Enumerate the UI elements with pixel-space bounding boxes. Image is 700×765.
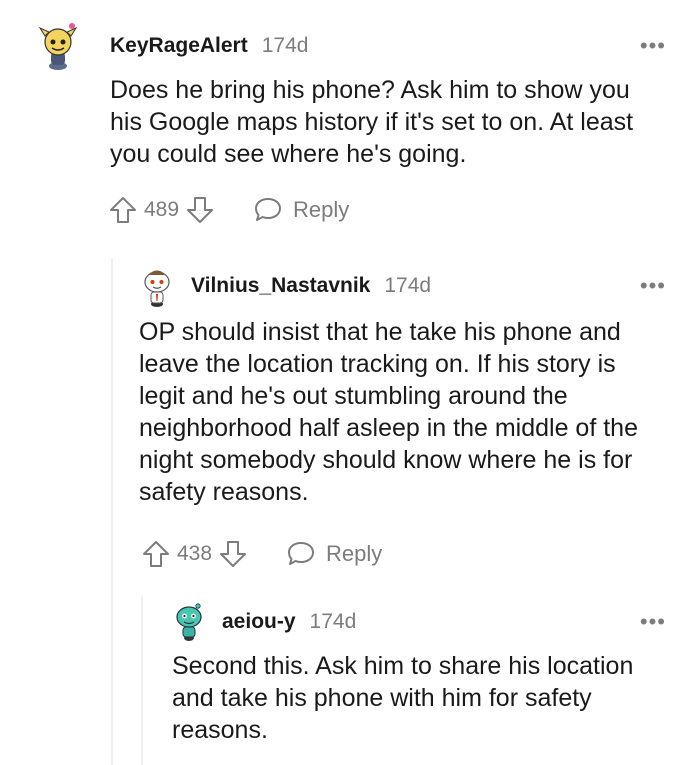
snoo-avatar-teal-icon[interactable]: [172, 600, 206, 644]
comment-thread: KeyRageAlert 174d ••• Does he bring his …: [0, 0, 700, 765]
comment-aeiou-y: aeiou-y 174d ••• Second this. Ask him to…: [172, 600, 666, 746]
upvote-icon[interactable]: [108, 195, 138, 225]
comment-header: aeiou-y 174d •••: [172, 600, 666, 644]
reply-button[interactable]: Reply: [253, 196, 349, 224]
comment-username[interactable]: aeiou-y: [222, 610, 296, 634]
comment-actions: 489 Reply: [108, 190, 666, 230]
comment-header: KeyRageAlert 174d •••: [36, 23, 666, 70]
vote-score: 489: [144, 198, 180, 221]
comment-body: Second this. Ask him to share his locati…: [172, 652, 634, 744]
reply-label: Reply: [293, 197, 350, 222]
thread-line-level-2[interactable]: [141, 596, 143, 765]
reply-label: Reply: [326, 541, 383, 566]
vote-score: 438: [177, 542, 213, 565]
thread-line-level-1[interactable]: [111, 258, 113, 765]
snoo-avatar-white-icon[interactable]: [139, 264, 175, 308]
comment-age: 174d: [384, 274, 432, 297]
comment-header: Vilnius_Nastavnik 174d •••: [139, 264, 666, 308]
upvote-icon[interactable]: [141, 539, 171, 569]
comment-keyragealert: KeyRageAlert 174d ••• Does he bring his …: [36, 23, 666, 230]
comment-body: OP should insist that he take his phone …: [139, 318, 638, 506]
snoo-avatar-yellow-icon[interactable]: [36, 23, 80, 70]
comment-bubble-icon: [253, 196, 283, 224]
comment-username[interactable]: KeyRageAlert: [110, 34, 248, 58]
more-options-icon[interactable]: •••: [640, 35, 666, 57]
comment-body: Does he bring his phone? Ask him to show…: [110, 76, 634, 168]
more-options-icon[interactable]: •••: [640, 275, 666, 297]
reply-button[interactable]: Reply: [286, 540, 382, 568]
comment-username[interactable]: Vilnius_Nastavnik: [191, 274, 370, 298]
comment-age: 174d: [309, 610, 357, 633]
more-options-icon[interactable]: •••: [640, 611, 666, 633]
downvote-icon[interactable]: [218, 539, 248, 569]
comment-actions: 438 Reply: [141, 534, 666, 574]
comment-age: 174d: [261, 34, 309, 57]
comment-vilnius-nastavnik: Vilnius_Nastavnik 174d ••• OP should ins…: [139, 264, 666, 574]
downvote-icon[interactable]: [185, 195, 215, 225]
comment-bubble-icon: [286, 540, 316, 568]
